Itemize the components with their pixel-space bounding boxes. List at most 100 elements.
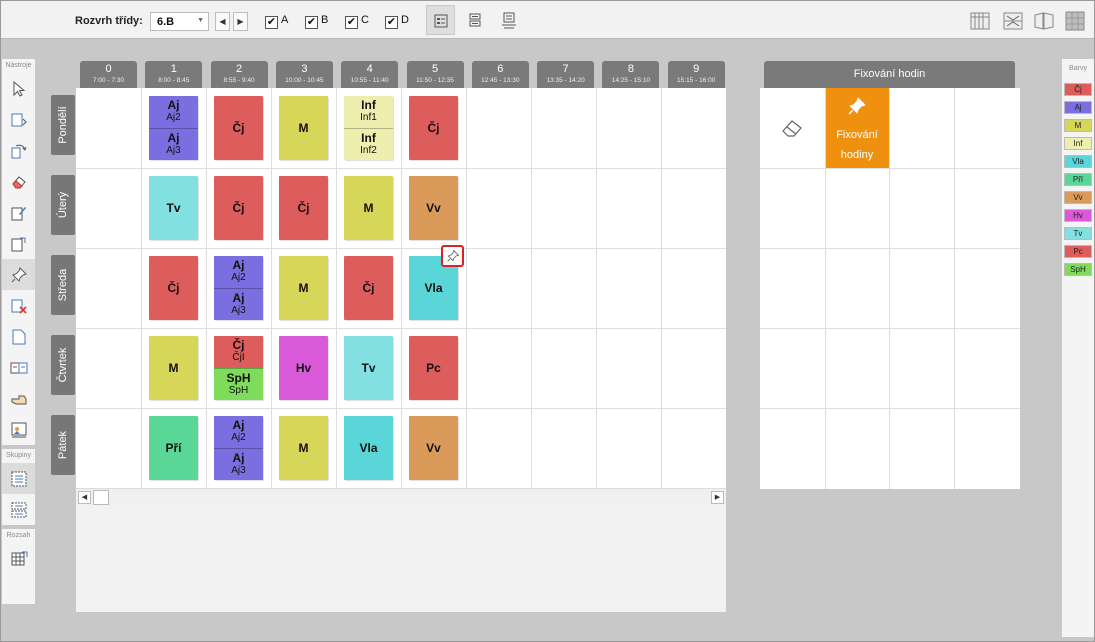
lesson-group: Inf2: [360, 145, 377, 156]
hand-tool[interactable]: [2, 383, 35, 414]
group-checkbox-b[interactable]: ✔ B: [305, 14, 328, 29]
fixing-panel-title: Fixování hodin: [764, 61, 1015, 88]
lesson-card[interactable]: Aj Aj2 Aj Aj3: [149, 96, 198, 160]
lesson-card[interactable]: Čj: [344, 256, 393, 320]
color-swatch[interactable]: Tv: [1064, 227, 1092, 240]
lesson-card[interactable]: M: [279, 96, 328, 160]
lesson-card[interactable]: Vv: [409, 416, 458, 480]
lesson-group-part[interactable]: Čj ČjI: [214, 336, 263, 368]
pin-cursor-marker: [441, 245, 464, 267]
color-swatch[interactable]: Hv: [1064, 209, 1092, 222]
color-swatch[interactable]: Inf: [1064, 137, 1092, 150]
grid-line: [760, 408, 1020, 409]
columns-view-button[interactable]: [969, 10, 991, 32]
book-view-button[interactable]: [1033, 10, 1055, 32]
period-number: 9: [693, 63, 700, 75]
copy-lesson-tool[interactable]: [2, 104, 35, 135]
new-lesson-tool[interactable]: [2, 321, 35, 352]
select-tool[interactable]: [2, 73, 35, 104]
eraser-tool[interactable]: [2, 166, 35, 197]
prev-class-button[interactable]: ◀: [215, 12, 230, 31]
class-select[interactable]: 6.B ▼: [150, 12, 209, 31]
collapse-view-button[interactable]: [1002, 10, 1024, 32]
group-checkbox-c[interactable]: ✔ C: [345, 14, 369, 29]
lesson-card[interactable]: Vla: [344, 416, 393, 480]
period-number: 6: [497, 63, 504, 75]
lesson-group-part[interactable]: Inf Inf2: [344, 128, 393, 160]
lesson-card[interactable]: Čj: [149, 256, 198, 320]
view-detail-button[interactable]: [495, 5, 524, 35]
view-groups-button[interactable]: [461, 5, 490, 35]
view-compact-button[interactable]: [426, 5, 455, 35]
day-label-friday: Pátek: [51, 415, 75, 475]
pin-icon: [11, 267, 27, 283]
edit-lesson-tool[interactable]: [2, 197, 35, 228]
lesson-group-part[interactable]: Aj Aj3: [214, 448, 263, 480]
color-swatch[interactable]: SpH: [1064, 263, 1092, 276]
delete-lesson-tool[interactable]: [2, 290, 35, 321]
group-checkbox-d[interactable]: ✔ D: [385, 14, 409, 29]
lesson-group-part[interactable]: Aj Aj3: [149, 128, 198, 160]
period-number: 4: [366, 63, 373, 75]
groups-view-tool[interactable]: [2, 463, 35, 494]
scroll-right-button[interactable]: ▶: [711, 491, 724, 504]
horizontal-scrollbar[interactable]: ◀ ▶: [76, 488, 726, 505]
color-swatch[interactable]: Aj: [1064, 101, 1092, 114]
lesson-card[interactable]: Čj: [214, 176, 263, 240]
lesson-card[interactable]: Pc: [409, 336, 458, 400]
color-swatch[interactable]: Vv: [1064, 191, 1092, 204]
colors-panel-title: Barvy: [1069, 65, 1087, 72]
scroll-left-button[interactable]: ◀: [78, 491, 91, 504]
checkbox-box: ✔: [265, 16, 278, 29]
lesson-subject: Tv: [361, 361, 376, 375]
color-swatch[interactable]: Vla: [1064, 155, 1092, 168]
lesson-card[interactable]: Tv: [344, 336, 393, 400]
scroll-thumb[interactable]: [93, 490, 109, 505]
lesson-group-part[interactable]: Aj Aj3: [214, 288, 263, 320]
lesson-card[interactable]: Vv: [409, 176, 458, 240]
lesson-group-part[interactable]: Aj Aj2: [214, 256, 263, 288]
lesson-subject: Čj: [167, 281, 180, 295]
unfix-eraser-button[interactable]: [760, 88, 825, 168]
lesson-card[interactable]: M: [344, 176, 393, 240]
color-swatch[interactable]: Pc: [1064, 245, 1092, 258]
lesson-card[interactable]: Aj Aj2 Aj Aj3: [214, 416, 263, 480]
move-lesson-tool[interactable]: [2, 228, 35, 259]
next-class-button[interactable]: ▶: [233, 12, 248, 31]
range-tool[interactable]: [2, 543, 35, 574]
presentation-icon: [11, 422, 27, 438]
lesson-group-part[interactable]: Aj Aj2: [214, 416, 263, 448]
groups-split-tool[interactable]: [2, 494, 35, 525]
color-swatch[interactable]: Pří: [1064, 173, 1092, 186]
list-view-icon: [434, 14, 448, 28]
lesson-card[interactable]: M: [279, 416, 328, 480]
lesson-card[interactable]: Čj: [279, 176, 328, 240]
fix-lessons-button[interactable]: Fixování hodiny: [825, 88, 889, 168]
color-swatch[interactable]: Čj: [1064, 83, 1092, 96]
grid-view-button[interactable]: [1064, 10, 1086, 32]
period-time: 10:55 - 11:40: [350, 77, 389, 84]
lesson-card[interactable]: Inf Inf1 Inf Inf2: [344, 96, 393, 160]
swap-lessons-tool[interactable]: [2, 135, 35, 166]
lesson-group-part[interactable]: SpH SpH: [214, 368, 263, 400]
teacher-tool[interactable]: [2, 414, 35, 445]
lesson-card[interactable]: Čj: [214, 96, 263, 160]
lesson-card[interactable]: M: [279, 256, 328, 320]
replace-tool[interactable]: [2, 352, 35, 383]
lesson-card[interactable]: Tv: [149, 176, 198, 240]
color-swatch[interactable]: M: [1064, 119, 1092, 132]
lesson-group-part[interactable]: Inf Inf1: [344, 96, 393, 128]
lesson-group-part[interactable]: Aj Aj2: [149, 96, 198, 128]
group-checkbox-a[interactable]: ✔ A: [265, 14, 288, 29]
edit-document-icon: [11, 207, 26, 221]
move-document-icon: [11, 237, 26, 252]
lesson-card[interactable]: M: [149, 336, 198, 400]
lesson-card[interactable]: Hv: [279, 336, 328, 400]
lesson-card[interactable]: Aj Aj2 Aj Aj3: [214, 256, 263, 320]
lesson-card[interactable]: Čj: [409, 96, 458, 160]
lesson-card[interactable]: Čj ČjI SpH SpH: [214, 336, 263, 400]
timetable-grid[interactable]: Aj Aj2 Aj Aj3 Čj M Inf Inf1 Inf Inf2 Čj Tv Čj Čj M Vv Čj…: [76, 88, 726, 488]
lesson-card[interactable]: Pří: [149, 416, 198, 480]
left-tools-panel: Nástroje Skupiny Rozsah: [2, 59, 35, 604]
pin-tool[interactable]: [2, 259, 35, 290]
